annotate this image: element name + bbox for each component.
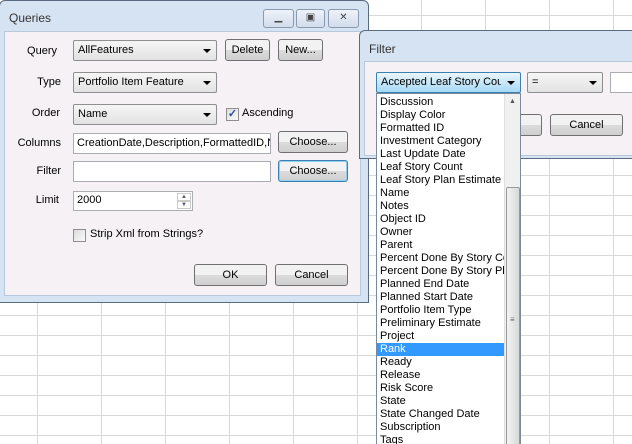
list-item[interactable]: Ready (377, 356, 504, 369)
list-item[interactable]: State Changed Date (377, 408, 504, 421)
order-label: Order (31, 107, 60, 119)
list-item[interactable]: Investment Category (377, 135, 504, 148)
type-label: Type (37, 76, 61, 88)
list-item[interactable]: Display Color (377, 109, 504, 122)
queries-title: Queries (9, 11, 52, 25)
list-item[interactable]: Planned Start Date (377, 291, 504, 304)
chevron-down-icon (203, 49, 211, 53)
field-select[interactable]: Accepted Leaf Story Count (376, 72, 521, 93)
filter-field[interactable] (73, 161, 271, 182)
new-button[interactable]: New... (278, 39, 323, 61)
scrollbar-thumb[interactable]: ≡ (506, 187, 520, 444)
value-field[interactable] (610, 72, 632, 93)
list-item[interactable]: Object ID (377, 213, 504, 226)
type-value: Portfolio Item Feature (78, 76, 184, 88)
minimize-button[interactable]: ▁ (263, 9, 294, 28)
strip-xml-checkbox[interactable] (73, 229, 86, 242)
list-item[interactable]: Leaf Story Plan Estimate Total (377, 174, 504, 187)
list-item[interactable]: Project (377, 330, 504, 343)
list-item[interactable]: Release (377, 369, 504, 382)
operator-select[interactable]: = (527, 72, 603, 93)
filter-cancel-button[interactable]: Cancel (550, 114, 623, 136)
cancel-button[interactable]: Cancel (275, 264, 348, 286)
limit-value: 2000 (77, 194, 102, 206)
columns-label: Columns (17, 137, 61, 149)
ascending-label: Ascending (242, 107, 294, 119)
filter-title: Filter (369, 42, 396, 56)
list-item[interactable]: Planned End Date (377, 278, 504, 291)
list-item[interactable]: Tags (377, 434, 504, 444)
list-item[interactable]: Formatted ID (377, 122, 504, 135)
list-item[interactable]: Percent Done By Story Count (377, 252, 504, 265)
scroll-up-icon[interactable]: ▲ (509, 98, 516, 105)
columns-field[interactable]: CreationDate,Description,FormattedID,N..… (73, 133, 271, 154)
close-button[interactable]: ✕ (328, 9, 359, 28)
list-item[interactable]: Parent (377, 239, 504, 252)
strip-xml-label: Strip Xml from Strings? (90, 228, 204, 240)
query-select[interactable]: AllFeatures (73, 40, 217, 61)
maximize-button[interactable]: ▣ (296, 9, 325, 28)
limit-spinner[interactable]: 2000 ▲ ▼ (73, 191, 193, 211)
chevron-down-icon (203, 113, 211, 117)
filter-label: Filter (36, 165, 61, 177)
delete-button[interactable]: Delete (225, 39, 270, 61)
list-item[interactable]: Percent Done By Story Plan Estimate (377, 265, 504, 278)
chevron-down-icon (589, 81, 597, 85)
list-item[interactable]: Name (377, 187, 504, 200)
list-item[interactable]: Rank (377, 343, 504, 356)
ascending-checkbox[interactable]: ✓ (226, 108, 239, 121)
query-value: AllFeatures (78, 44, 134, 56)
list-item[interactable]: Subscription (377, 421, 504, 434)
query-label: Query (27, 45, 57, 57)
operator-value: = (532, 76, 539, 88)
type-select[interactable]: Portfolio Item Feature (73, 72, 217, 93)
list-item[interactable]: Last Update Date (377, 148, 504, 161)
choose-filter-button[interactable]: Choose... (278, 160, 348, 182)
list-item[interactable]: Preliminary Estimate (377, 317, 504, 330)
field-dropdown-list[interactable]: Discussion Display Color Formatted ID Inves… (376, 93, 521, 444)
list-item[interactable]: Risk Score (377, 382, 504, 395)
spin-up-icon[interactable]: ▲ (177, 193, 191, 201)
list-item[interactable]: Notes (377, 200, 504, 213)
field-value: Accepted Leaf Story Count (381, 76, 501, 88)
list-item[interactable]: Leaf Story Count (377, 161, 504, 174)
spin-down-icon[interactable]: ▼ (177, 201, 191, 209)
order-value: Name (78, 108, 108, 120)
chevron-down-icon (507, 81, 515, 85)
chevron-down-icon (203, 81, 211, 85)
choose-columns-button[interactable]: Choose... (278, 131, 348, 153)
list-item[interactable]: Owner (377, 226, 504, 239)
list-item[interactable]: Discussion (377, 96, 504, 109)
limit-label: Limit (35, 194, 59, 206)
scrollbar[interactable]: ▲ ≡ (504, 94, 520, 444)
list-item[interactable]: State (377, 395, 504, 408)
ok-button[interactable]: OK (194, 264, 267, 286)
grip-icon: ≡ (510, 315, 515, 324)
list-item[interactable]: Portfolio Item Type (377, 304, 504, 317)
order-select[interactable]: Name (73, 104, 217, 125)
